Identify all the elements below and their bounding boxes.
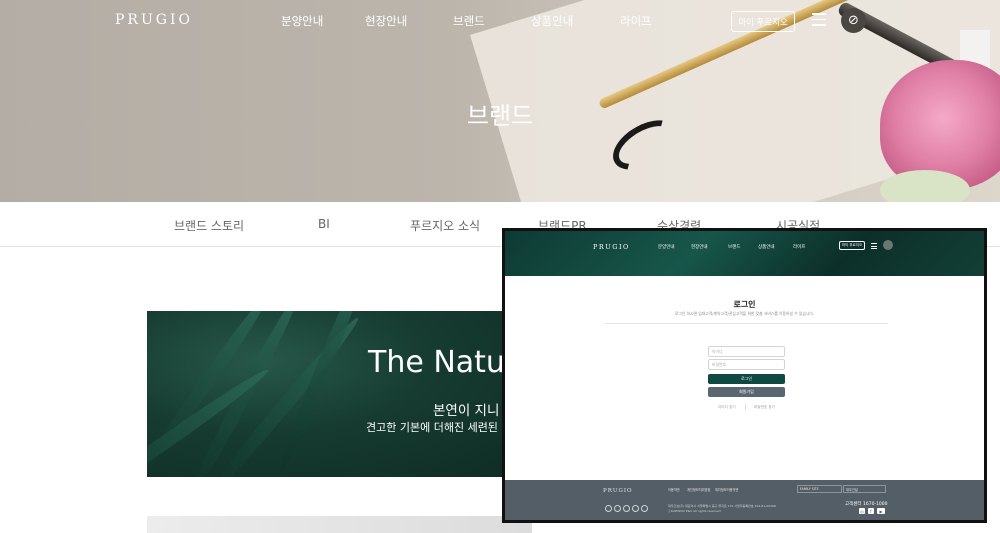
popup-menu-brand[interactable]: 브랜드 xyxy=(728,244,740,250)
family-site-select[interactable]: FAMILY SITE xyxy=(797,485,842,493)
login-button[interactable]: 로그인 xyxy=(708,374,785,384)
hero-leaf-image xyxy=(880,170,970,202)
tab-news[interactable]: 푸르지오 소식 xyxy=(410,217,480,234)
footer-copyright: ⓒDAEWOO E&C All rights reserved xyxy=(668,508,721,513)
customer-center-tel: 고객센터 1670-1000 xyxy=(845,502,888,507)
footer-address-text: 대우건설(주) 대표이사 서울특별시 중구 을지로 170 사업자등록번호 10… xyxy=(668,504,776,508)
instagram-icon[interactable]: ◎ xyxy=(859,508,865,514)
hamburger-menu-icon[interactable] xyxy=(812,13,826,26)
popup-menu-life[interactable]: 라이프 xyxy=(793,244,805,250)
popup-menu-sites[interactable]: 현장안내 xyxy=(691,244,708,250)
menu-sales[interactable]: 분양안내 xyxy=(281,13,323,29)
global-navigation: PRUGIO 분양안내 현장안내 브랜드 상품안내 라이프 마이 푸르지오 ⊘ xyxy=(0,0,1000,42)
language-select[interactable]: 대우건설 xyxy=(843,485,886,493)
join-button[interactable]: 회원가입 xyxy=(708,387,785,397)
footer-logo: PRUGIO xyxy=(603,488,633,494)
popup-header: PRUGIO 분양안내 현장안내 브랜드 상품안내 라이프 마이 푸르지오 xyxy=(505,231,984,276)
footer-privacy-link[interactable]: 개인정보처리방침 xyxy=(687,487,710,492)
popup-hamburger-icon[interactable] xyxy=(871,243,877,249)
login-page-preview: PRUGIO 분양안내 현장안내 브랜드 상품안내 라이프 마이 푸르지오 로그… xyxy=(502,228,987,523)
menu-sites[interactable]: 현장안내 xyxy=(365,13,407,29)
youtube-icon[interactable]: ▶ xyxy=(877,508,885,514)
footer-location-link[interactable]: 위치정보이용약관 xyxy=(715,487,738,492)
popup-leaf-icon[interactable] xyxy=(883,240,893,250)
banner-caption: 견고한 기본에 더해진 세련된 편안 xyxy=(366,421,522,434)
popup-my-prugio-button[interactable]: 마이 푸르지오 xyxy=(839,241,865,250)
section-image xyxy=(147,516,532,533)
find-id-link[interactable]: 아이디 찾기 xyxy=(718,405,736,410)
menu-brand[interactable]: 브랜드 xyxy=(453,13,485,29)
popup-brand-logo[interactable]: PRUGIO xyxy=(593,243,630,251)
menu-products[interactable]: 상품안내 xyxy=(531,13,573,29)
hero-banner: PRUGIO 분양안내 현장안내 브랜드 상품안내 라이프 마이 푸르지오 ⊘ … xyxy=(0,0,1000,202)
tab-bi[interactable]: BI xyxy=(318,217,330,231)
popup-menu-sales[interactable]: 분양안내 xyxy=(658,244,675,250)
divider xyxy=(605,323,888,324)
popup-menu-products[interactable]: 상품안내 xyxy=(758,244,775,250)
link-separator xyxy=(745,404,746,410)
menu-life[interactable]: 라이프 xyxy=(620,13,652,29)
footer-address: 대우건설(주) 대표이사 서울특별시 중구 을지로 170 사업자등록번호 10… xyxy=(668,504,776,513)
certification-badges xyxy=(605,505,650,513)
my-prugio-button[interactable]: 마이 푸르지오 xyxy=(731,11,795,32)
brand-logo[interactable]: PRUGIO xyxy=(115,12,193,28)
password-input[interactable]: 비밀번호 xyxy=(708,359,785,370)
tab-brand-story[interactable]: 브랜드 스토리 xyxy=(174,217,244,234)
page-title: 브랜드 xyxy=(466,102,534,130)
id-input[interactable]: 아이디 xyxy=(708,346,785,357)
facebook-icon[interactable]: f xyxy=(868,508,874,514)
leaf-icon[interactable]: ⊘ xyxy=(841,8,866,33)
login-title: 로그인 xyxy=(733,300,756,309)
page: PRUGIO 분양안내 현장안내 브랜드 상품안내 라이프 마이 푸르지오 ⊘ … xyxy=(0,0,1000,533)
login-description: 로그인 하시면 임대고객/계약고객/관심고객을 위한 맞춤 서비스를 이용하실 … xyxy=(674,311,815,316)
banner-subtitle: 본연이 지니 xyxy=(433,403,500,419)
popup-footer: PRUGIO 이용약관 개인정보처리방침 위치정보이용약관 FAMILY SIT… xyxy=(505,480,984,520)
brand-story-banner: The Natura 본연이 지니 견고한 기본에 더해진 세련된 편안 xyxy=(147,311,532,477)
find-password-link[interactable]: 비밀번호 찾기 xyxy=(754,405,775,410)
footer-terms-link[interactable]: 이용약관 xyxy=(668,487,680,492)
